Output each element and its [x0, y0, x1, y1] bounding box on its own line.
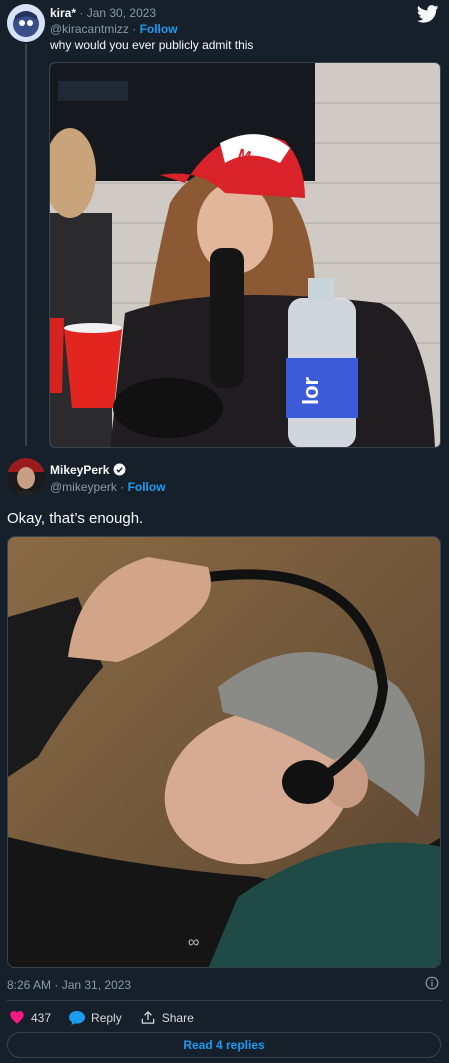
- reply-bubble-icon: [69, 1010, 86, 1025]
- handle-kira[interactable]: @kiracantmizz: [50, 22, 129, 36]
- share-label: Share: [161, 1010, 194, 1025]
- author-name-kira[interactable]: kira*: [50, 6, 76, 20]
- tweet-text-mikeyperk: Okay, that’s enough.: [7, 510, 144, 527]
- info-icon[interactable]: [425, 976, 439, 990]
- tweet-media-headphones[interactable]: ∞: [7, 536, 441, 968]
- tweet-media-podcast[interactable]: M lor: [49, 62, 441, 448]
- divider: [7, 1000, 442, 1001]
- tweet-date-kira[interactable]: · Jan 30, 2023: [79, 6, 156, 20]
- tweet-text-kira: why would you ever publicly admit this: [50, 38, 254, 52]
- avatar-kira[interactable]: [7, 4, 45, 42]
- follow-button-mikeyperk[interactable]: Follow: [128, 480, 166, 494]
- svg-text:∞: ∞: [188, 934, 199, 951]
- tweet-actions: 437 Reply Share: [9, 1010, 212, 1025]
- share-icon: [141, 1010, 154, 1024]
- handle-mikeyperk[interactable]: @mikeyperk: [50, 480, 117, 494]
- reply-label: Reply: [91, 1010, 122, 1025]
- verified-badge-icon: [113, 463, 126, 476]
- tweet-timestamp[interactable]: 8:26 AM · Jan 31, 2023: [7, 978, 131, 992]
- thread-line: [25, 44, 27, 446]
- read-replies-button[interactable]: Read 4 replies: [7, 1032, 441, 1058]
- author-name-mikeyperk[interactable]: MikeyPerk: [50, 463, 109, 477]
- twitter-bird-icon[interactable]: [417, 5, 439, 23]
- avatar-mikeyperk[interactable]: [7, 458, 45, 496]
- heart-icon: [10, 1010, 24, 1025]
- svg-text:lor: lor: [298, 376, 323, 405]
- like-count: 437: [31, 1010, 52, 1025]
- like-button[interactable]: 437: [9, 1010, 52, 1025]
- share-button[interactable]: Share: [140, 1010, 194, 1025]
- reply-button[interactable]: Reply: [69, 1010, 122, 1025]
- follow-button-kira[interactable]: Follow: [140, 22, 178, 36]
